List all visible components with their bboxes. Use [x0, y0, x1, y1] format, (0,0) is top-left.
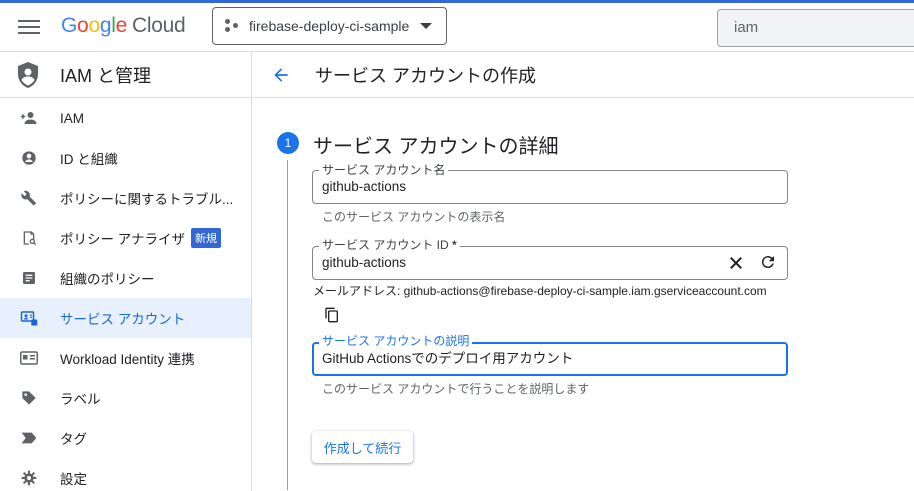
project-picker[interactable]: firebase-deploy-ci-sample — [212, 7, 447, 45]
sidebar-item-label: ポリシーに関するトラブル... — [60, 192, 234, 207]
sidebar-item-label: ポリシー アナライザ — [60, 232, 185, 247]
sidebar-item-identity-org[interactable]: ID と組織 — [0, 138, 251, 178]
create-and-continue-button[interactable]: 作成して続行 — [312, 431, 413, 463]
page-header: サービス アカウントの作成 — [253, 52, 914, 98]
dropdown-caret-icon — [420, 23, 432, 29]
google-cloud-logo[interactable]: Google Cloud — [61, 14, 186, 38]
sidebar-item-policy-analyzer[interactable]: ポリシー アナライザ 新規 — [0, 218, 251, 258]
copy-icon[interactable] — [324, 307, 340, 323]
sidebar-item-label: サービス アカウント — [60, 312, 186, 327]
step-title: サービス アカウントの詳細 — [313, 136, 559, 158]
service-account-description-help: このサービス アカウントで行うことを説明します — [322, 382, 590, 396]
search-input[interactable]: iam — [717, 9, 914, 47]
person-add-icon — [20, 109, 38, 127]
main-content: サービス アカウントの作成 1 サービス アカウントの詳細 github-act… — [253, 52, 914, 491]
project-name: firebase-deploy-ci-sample — [249, 18, 410, 34]
article-icon — [20, 269, 38, 287]
service-account-id-label: サービス アカウント ID * — [319, 238, 460, 252]
top-bar: Google Cloud firebase-deploy-ci-sample ia… — [0, 0, 914, 52]
id-card-icon — [20, 349, 38, 367]
tag-icon — [20, 389, 38, 407]
account-circle-icon — [20, 149, 38, 167]
label-arrow-icon — [20, 429, 38, 447]
clear-icon[interactable] — [727, 254, 745, 272]
sidebar-item-org-policies[interactable]: 組織のポリシー — [0, 258, 251, 298]
sidebar-item-label: Workload Identity 連携 — [60, 352, 195, 367]
back-arrow-icon[interactable] — [271, 65, 291, 85]
main-menu-icon[interactable] — [18, 17, 40, 37]
sidebar-item-label: タグ — [60, 432, 87, 447]
sidebar-item-label: ID と組織 — [60, 152, 118, 167]
refresh-icon[interactable] — [759, 253, 777, 271]
service-account-description-label: サービス アカウントの説明 — [319, 334, 473, 348]
sidebar: IAM と管理 IAM ID と組織 ポリシーに関するトラブル... ポリシー … — [0, 52, 252, 491]
stepper-line — [287, 160, 288, 490]
sidebar-item-labels[interactable]: ラベル — [0, 378, 251, 418]
sidebar-item-service-accounts[interactable]: サービス アカウント — [0, 298, 251, 338]
page-title: サービス アカウントの作成 — [315, 65, 536, 86]
service-account-name-help: このサービス アカウントの表示名 — [322, 210, 506, 224]
new-badge: 新規 — [190, 228, 221, 248]
policy-analyzer-icon — [20, 229, 38, 247]
sidebar-item-settings[interactable]: 設定 — [0, 458, 251, 491]
shield-icon — [18, 61, 38, 88]
service-account-name-label: サービス アカウント名 — [319, 163, 449, 177]
sidebar-item-label: IAM — [60, 110, 85, 126]
sidebar-item-label: ラベル — [60, 392, 101, 407]
sidebar-item-iam[interactable]: IAM — [0, 98, 251, 138]
sidebar-item-tags[interactable]: タグ — [0, 418, 251, 458]
step-number: 1 — [277, 132, 299, 154]
sidebar-item-policy-troubleshooter[interactable]: ポリシーに関するトラブル... — [0, 178, 251, 218]
service-account-icon — [20, 309, 38, 327]
wrench-icon — [20, 189, 38, 207]
gear-icon — [20, 469, 38, 487]
service-account-email: メールアドレス: github-actions@firebase-deploy-… — [313, 284, 767, 298]
sidebar-item-label: 設定 — [60, 472, 87, 487]
sidebar-title: IAM と管理 — [60, 65, 152, 86]
sidebar-header: IAM と管理 — [0, 52, 251, 98]
sidebar-item-workload-identity[interactable]: Workload Identity 連携 — [0, 338, 251, 378]
sidebar-item-label: 組織のポリシー — [60, 272, 155, 287]
project-dots-icon — [225, 19, 239, 33]
